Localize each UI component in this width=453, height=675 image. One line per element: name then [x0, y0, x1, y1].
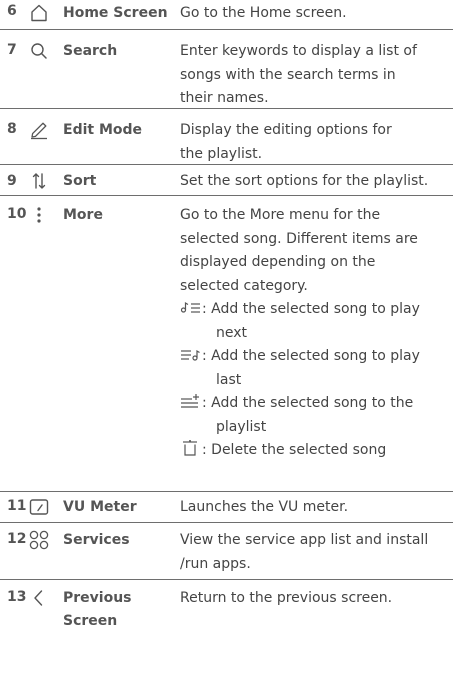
- row-description: Set the sort options for the playlist.: [180, 173, 429, 189]
- add-to-playlist-icon: [180, 393, 202, 409]
- search-icon: [28, 40, 50, 62]
- row-description: Enter keywords to display a list of song…: [180, 43, 417, 106]
- row-number: 9: [7, 173, 17, 189]
- table-row: 8 Edit Mode Display the editing options …: [0, 109, 453, 165]
- row-name: Edit Mode: [63, 122, 143, 138]
- delete-icon: [180, 440, 202, 456]
- list-item: : Delete the selected song: [180, 439, 452, 463]
- row-number: 13: [7, 589, 27, 605]
- home-icon: [28, 2, 50, 24]
- row-name: Search: [63, 43, 118, 59]
- list-item: : Add the selected song to play next: [180, 298, 452, 345]
- pencil-icon: [28, 119, 50, 141]
- table-row: 9 Sort Set the sort options for the play…: [0, 165, 453, 196]
- row-description: Go to the More menu for the selected son…: [180, 204, 452, 463]
- play-last-icon: [180, 346, 202, 362]
- row-description: Display the editing options for the play…: [180, 122, 392, 162]
- row-name: Services: [63, 532, 130, 548]
- play-next-icon: [180, 299, 202, 315]
- row-description: View the service app list and install /r…: [180, 532, 429, 572]
- table-row: 7 Search Enter keywords to display a lis…: [0, 30, 453, 109]
- row-name: More: [63, 207, 103, 223]
- table-row: 10 More Go to the More menu for the sele…: [0, 196, 453, 492]
- sort-icon: [28, 170, 50, 192]
- row-number: 7: [7, 42, 17, 58]
- row-number: 12: [7, 531, 27, 547]
- table-row: 11 VU Meter Launches the VU meter.: [0, 492, 453, 523]
- table-row: 6 Home Screen Go to the Home screen.: [0, 0, 453, 30]
- row-number: 6: [7, 3, 17, 19]
- row-number: 10: [7, 206, 27, 222]
- row-description: Launches the VU meter.: [180, 499, 349, 515]
- services-icon: [28, 529, 50, 551]
- row-name: VU Meter: [63, 499, 137, 515]
- row-description: Return to the previous screen.: [180, 590, 393, 606]
- vu-meter-icon: [28, 496, 50, 518]
- row-name: Home Screen: [63, 5, 168, 21]
- table-row: 12 Services View the service app list an…: [0, 523, 453, 580]
- more-vertical-icon: [28, 204, 50, 226]
- list-item: : Add the selected song to the playlist: [180, 392, 452, 439]
- row-number: 11: [7, 498, 27, 514]
- row-name: Previous Screen: [63, 590, 132, 629]
- list-item: : Add the selected song to play last: [180, 345, 452, 392]
- back-icon: [28, 587, 50, 609]
- row-description: Go to the Home screen.: [180, 5, 347, 21]
- row-name: Sort: [63, 173, 97, 189]
- row-number: 8: [7, 121, 17, 137]
- function-table: 6 Home Screen Go to the Home screen. 7 S…: [0, 0, 453, 660]
- table-row: 13 Previous Screen Return to the previou…: [0, 580, 453, 660]
